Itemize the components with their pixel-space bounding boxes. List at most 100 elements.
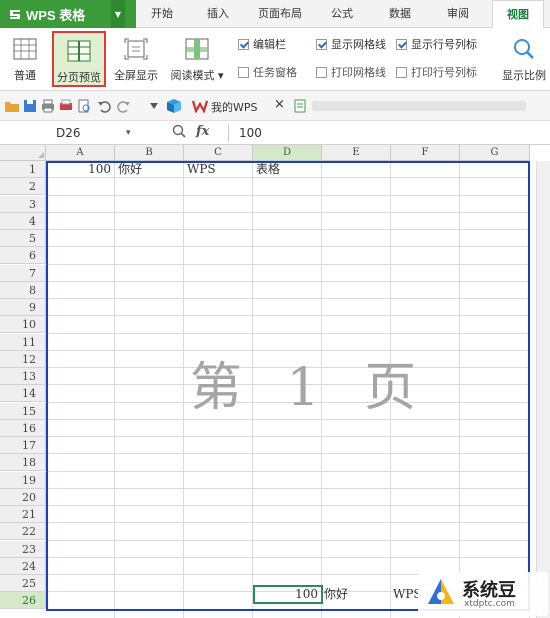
row-header-13[interactable]: 13 [0,368,46,385]
cell-d1[interactable]: 表格 [256,161,322,178]
row-header-4[interactable]: 4 [0,212,46,230]
watermark-url: xtdptc.com [464,599,515,609]
cell-b1[interactable]: 你好 [118,161,184,178]
checkbox-task-pane[interactable]: 任务窗格 [238,64,297,80]
select-all-corner[interactable] [0,145,46,161]
redo-icon[interactable] [116,98,132,114]
normal-view-button[interactable]: 普通 [2,31,48,87]
column-header-g[interactable]: G [460,145,530,161]
row-header-5[interactable]: 5 [0,230,46,247]
normal-view-label: 普通 [14,69,36,82]
quick-access-toolbar: 我的WPS × [0,91,550,121]
row-header-22[interactable]: 22 [0,523,46,541]
checkbox-formula-bar[interactable]: 编辑栏 [238,36,286,52]
checkbox-icon [238,38,249,50]
open-folder-icon[interactable] [4,98,20,114]
row-gridline [46,263,530,265]
cell-d26[interactable]: 100 [254,586,320,603]
tab-page-layout[interactable]: 页面布局 [250,0,310,28]
vertical-scrollbar[interactable] [536,161,550,618]
row-header-15[interactable]: 15 [0,402,46,420]
zoom-formula-icon[interactable] [172,124,186,142]
full-screen-icon [110,35,162,63]
row-header-14[interactable]: 14 [0,385,46,403]
tab-view[interactable]: 视图 [492,0,544,28]
row-gridline [46,470,530,472]
full-screen-button[interactable]: 全屏显示 [110,31,162,87]
row-header-3[interactable]: 3 [0,195,46,213]
reading-mode-icon [166,35,228,63]
row-gridline [46,229,530,230]
cell-c1[interactable]: WPS [187,161,253,178]
checkbox-icon [396,66,407,78]
cell-a1[interactable]: 100 [47,161,113,178]
row-header-26[interactable]: 26 [0,592,46,610]
tab-my-wps[interactable]: 我的WPS [211,99,258,115]
print-quick-icon[interactable] [58,98,74,114]
formula-input[interactable]: 100 [228,124,546,142]
row-header-25[interactable]: 25 [0,575,46,592]
column-header-a[interactable]: A [46,145,115,161]
undo-icon[interactable] [96,98,112,114]
print-icon[interactable] [40,98,56,114]
checkbox-icon [316,38,327,50]
column-header-c[interactable]: C [184,145,253,161]
worksheet-grid[interactable]: ABCDEFG 1 2 3 4 5 6 7 8 9 10 11 12 13 14 15 16 17 18 19 20 2… [0,145,550,618]
wps-logo-icon [6,5,24,23]
tab-start[interactable]: 开始 [140,0,184,28]
row-header-18[interactable]: 18 [0,454,46,472]
row-gridline [46,505,530,506]
row-header-2[interactable]: 2 [0,178,46,196]
row-header-10[interactable]: 10 [0,316,46,334]
row-header-20[interactable]: 20 [0,488,46,506]
print-preview-icon[interactable] [76,98,92,114]
row-header-1[interactable]: 1 [0,161,46,178]
column-header-b[interactable]: B [115,145,184,161]
row-header-21[interactable]: 21 [0,506,46,523]
function-icon[interactable]: fx [196,124,209,139]
save-icon[interactable] [22,98,38,114]
tab-insert[interactable]: 插入 [196,0,240,28]
cell-e26[interactable]: 你好 [324,586,390,603]
zoom-label: 显示比例 [502,69,546,82]
row-header-23[interactable]: 23 [0,540,46,558]
close-icon[interactable]: × [274,97,285,112]
watermark-logo-icon [424,576,458,610]
checkbox-print-gridlines[interactable]: 打印网格线 [316,64,386,80]
checkbox-show-gridlines[interactable]: 显示网格线 [316,36,386,52]
row-header-19[interactable]: 19 [0,471,46,489]
row-header-12[interactable]: 12 [0,350,46,368]
document-tab-icon[interactable] [292,98,308,114]
checkbox-label: 打印网格线 [331,66,386,79]
page-break-preview-button[interactable]: 分页预览 [52,31,106,87]
tab-data[interactable]: 数据 [378,0,422,28]
menu-bar: WPS 表格 ▼ 开始 插入 页面布局 公式 数据 审阅 视图 [0,0,550,28]
tab-review[interactable]: 审阅 [436,0,480,28]
tab-formula[interactable]: 公式 [320,0,364,28]
row-header-9[interactable]: 9 [0,299,46,316]
chevron-down-icon[interactable]: ▾ [126,128,131,138]
name-box[interactable]: D26 ▾ [8,124,136,142]
row-header-6[interactable]: 6 [0,247,46,265]
column-header-e[interactable]: E [322,145,391,161]
column-header-f[interactable]: F [391,145,460,161]
row-header-16[interactable]: 16 [0,419,46,437]
checkbox-show-headings[interactable]: 显示行号列标 [396,36,477,52]
row-header-11[interactable]: 11 [0,333,46,351]
checkbox-print-headings[interactable]: 打印行号列标 [396,64,477,80]
app-menu-button[interactable]: WPS 表格 ▼ [0,0,136,28]
row-header-24[interactable]: 24 [0,557,46,575]
reading-mode-button[interactable]: 阅读模式 ▾ [166,31,228,87]
row-header-7[interactable]: 7 [0,264,46,282]
row-header-8[interactable]: 8 [0,281,46,299]
customize-dropdown-icon[interactable] [146,98,162,114]
document-tab-name[interactable] [312,101,526,111]
cube-icon[interactable] [166,98,182,114]
column-header-d[interactable]: D [253,145,322,161]
chevron-down-icon[interactable]: ▼ [111,0,125,28]
row-header-17[interactable]: 17 [0,437,46,454]
zoom-button[interactable]: 显示比例 [498,31,550,87]
checkbox-icon [396,38,407,50]
checkbox-icon [316,66,327,78]
row-gridline [46,453,530,455]
